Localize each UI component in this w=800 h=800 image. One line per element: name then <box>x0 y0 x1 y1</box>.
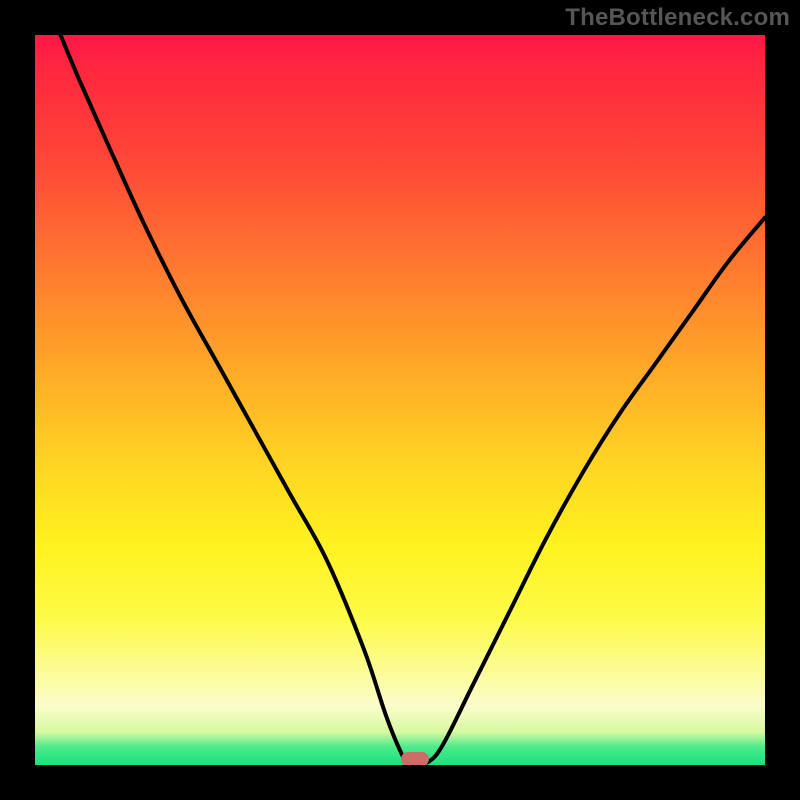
chart-frame: TheBottleneck.com <box>0 0 800 800</box>
plot-area <box>35 35 765 765</box>
bottleneck-curve <box>61 35 765 763</box>
watermark-label: TheBottleneck.com <box>565 4 790 32</box>
curve-layer <box>35 35 765 765</box>
optimum-marker <box>401 752 429 765</box>
